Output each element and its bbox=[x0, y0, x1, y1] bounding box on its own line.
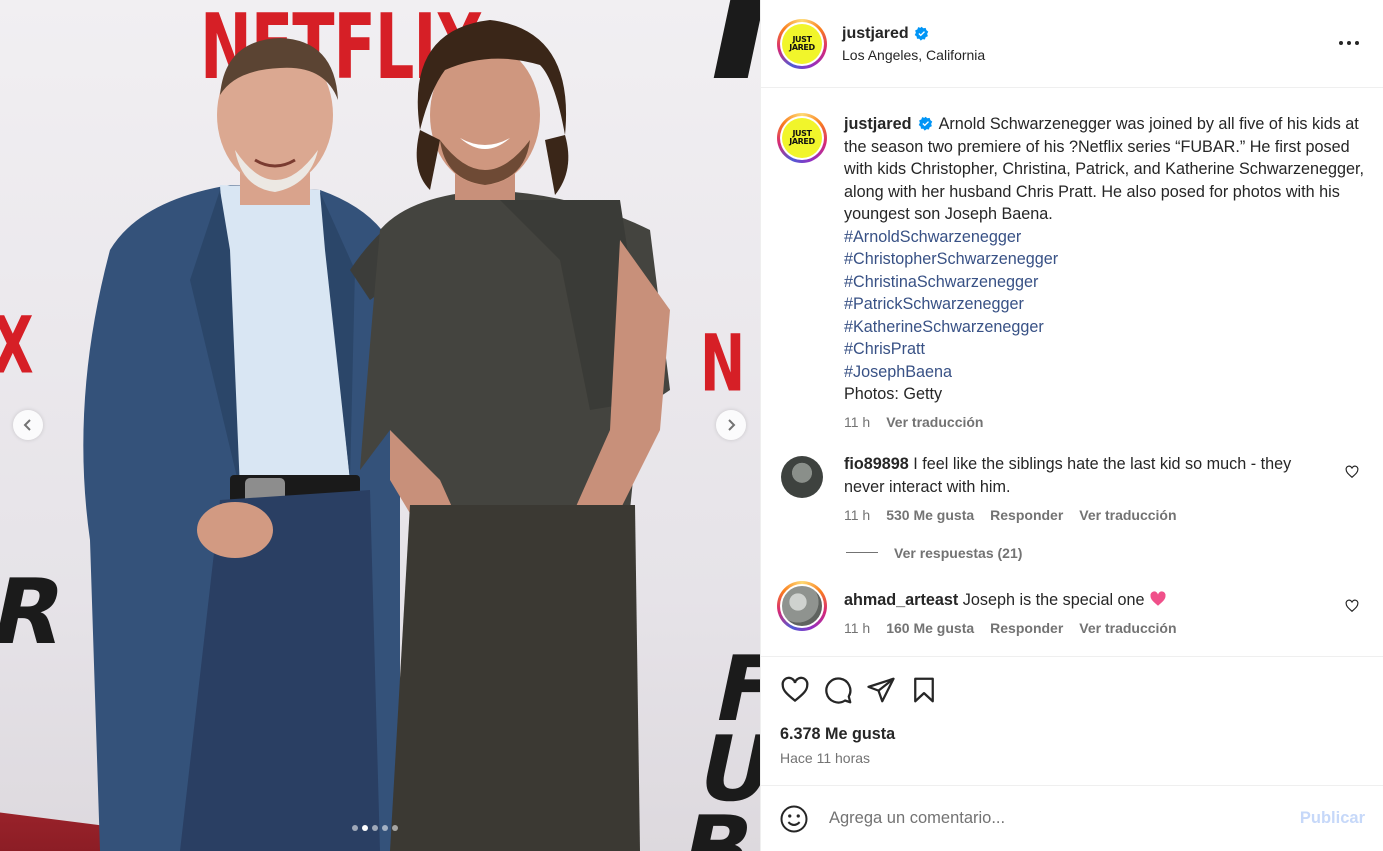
caption-body: Arnold Schwarzenegger was joined by all … bbox=[844, 115, 1365, 223]
commenter-avatar[interactable] bbox=[781, 455, 823, 498]
hashtag-link[interactable]: #KatherineSchwarzenegger bbox=[844, 316, 1367, 339]
comment-icon bbox=[825, 677, 852, 704]
save-button[interactable] bbox=[904, 670, 944, 710]
post-caption: JUST JARED justjared Arnold Schwarzenegg… bbox=[777, 113, 1367, 430]
instagram-post: NETFLIX N X LI R FUB bbox=[0, 0, 1383, 851]
reply-button[interactable]: Responder bbox=[990, 507, 1063, 523]
comment-button[interactable] bbox=[818, 670, 858, 710]
emoji-icon[interactable] bbox=[779, 804, 809, 834]
hashtag-link[interactable]: #ArnoldSchwarzenegger bbox=[844, 226, 1367, 249]
comment: ahmad_arteast Joseph is the special one … bbox=[777, 580, 1367, 636]
action-bar bbox=[761, 657, 1383, 723]
comment-likes[interactable]: 160 Me gusta bbox=[886, 620, 974, 636]
justjared-logo: JUST JARED bbox=[782, 118, 822, 158]
justjared-logo: JUST JARED bbox=[782, 23, 822, 64]
comment-text: Joseph is the special one bbox=[962, 590, 1145, 609]
carousel-dot bbox=[352, 825, 358, 831]
comment-translate-link[interactable]: Ver traducción bbox=[1079, 620, 1176, 636]
hashtag-link[interactable]: #ChristopherSchwarzenegger bbox=[844, 248, 1367, 271]
carousel-dot bbox=[392, 825, 398, 831]
chevron-right-icon bbox=[728, 419, 736, 431]
person-joseph bbox=[350, 20, 670, 851]
view-replies-label: Ver respuestas (21) bbox=[894, 544, 1023, 561]
chevron-left-icon bbox=[23, 419, 31, 431]
pink-heart-emoji-icon bbox=[1150, 590, 1166, 606]
share-icon bbox=[867, 677, 895, 703]
like-button[interactable] bbox=[775, 670, 815, 710]
bookmark-icon bbox=[914, 677, 934, 703]
carousel-dot bbox=[372, 825, 378, 831]
hashtag-link[interactable]: #PatrickSchwarzenegger bbox=[844, 293, 1367, 316]
carousel-dot bbox=[362, 825, 368, 831]
hashtag-link[interactable]: #JosephBaena bbox=[844, 361, 1367, 384]
add-comment-bar: Publicar bbox=[761, 785, 1383, 851]
comment-time[interactable]: 11 h bbox=[844, 507, 870, 523]
post-header: JUST JARED justjared Los Angeles, Califo… bbox=[761, 0, 1383, 88]
comment: fio89898 I feel like the siblings hate t… bbox=[777, 453, 1367, 523]
replies-divider bbox=[846, 552, 878, 553]
comment-text: I feel like the siblings hate the last k… bbox=[844, 454, 1292, 496]
comment-like-heart-icon[interactable] bbox=[1345, 465, 1359, 479]
caption-translate-link[interactable]: Ver traducción bbox=[886, 414, 983, 430]
more-options-icon[interactable] bbox=[1337, 34, 1361, 52]
photos-credit: Photos: Getty bbox=[844, 385, 943, 403]
commenter-username[interactable]: fio89898 bbox=[844, 455, 909, 473]
backdrop-netflix-logo-left: X bbox=[0, 300, 34, 391]
carousel-dot bbox=[382, 825, 388, 831]
author-username[interactable]: justjared bbox=[842, 25, 909, 43]
share-button[interactable] bbox=[861, 670, 901, 710]
carousel-prev-button[interactable] bbox=[13, 410, 43, 440]
post-media[interactable]: NETFLIX N X LI R FUB bbox=[0, 0, 760, 851]
comment-likes[interactable]: 530 Me gusta bbox=[886, 507, 974, 523]
author-avatar[interactable]: JUST JARED bbox=[777, 18, 827, 69]
publish-button[interactable]: Publicar bbox=[1300, 809, 1365, 828]
comment-translate-link[interactable]: Ver traducción bbox=[1079, 507, 1176, 523]
hashtag-link[interactable]: #ChrisPratt bbox=[844, 338, 1367, 361]
verified-badge-icon bbox=[918, 116, 933, 131]
post-actions-area: 6.378 Me gusta Hace 11 horas bbox=[761, 656, 1383, 766]
reply-button[interactable]: Responder bbox=[990, 620, 1063, 636]
heart-icon bbox=[781, 676, 809, 703]
caption-username[interactable]: justjared bbox=[844, 115, 911, 133]
post-location[interactable]: Los Angeles, California bbox=[842, 47, 985, 63]
commenter-username[interactable]: ahmad_arteast bbox=[844, 591, 958, 609]
carousel-next-button[interactable] bbox=[716, 410, 746, 440]
comment-time[interactable]: 11 h bbox=[844, 620, 870, 636]
hashtag-link[interactable]: #ChristinaSchwarzenegger bbox=[844, 271, 1367, 294]
caption-time[interactable]: 11 h bbox=[844, 414, 870, 430]
likes-count[interactable]: 6.378 Me gusta bbox=[761, 725, 1383, 744]
comment-input[interactable] bbox=[829, 809, 1300, 828]
caption-author-avatar[interactable]: JUST JARED bbox=[777, 113, 827, 163]
backdrop-netflix-logo-right: N bbox=[700, 318, 745, 410]
comment-like-heart-icon[interactable] bbox=[1345, 599, 1359, 613]
commenter-avatar[interactable] bbox=[777, 580, 827, 631]
verified-badge-icon bbox=[914, 26, 928, 41]
view-replies-button[interactable]: Ver respuestas (21) bbox=[846, 545, 1367, 561]
carousel-indicator bbox=[352, 825, 398, 831]
post-side-panel: JUST JARED justjared Los Angeles, Califo… bbox=[760, 0, 1383, 851]
comments-section[interactable]: JUST JARED justjared Arnold Schwarzenegg… bbox=[761, 89, 1383, 656]
post-timestamp[interactable]: Hace 11 horas bbox=[761, 750, 1383, 766]
